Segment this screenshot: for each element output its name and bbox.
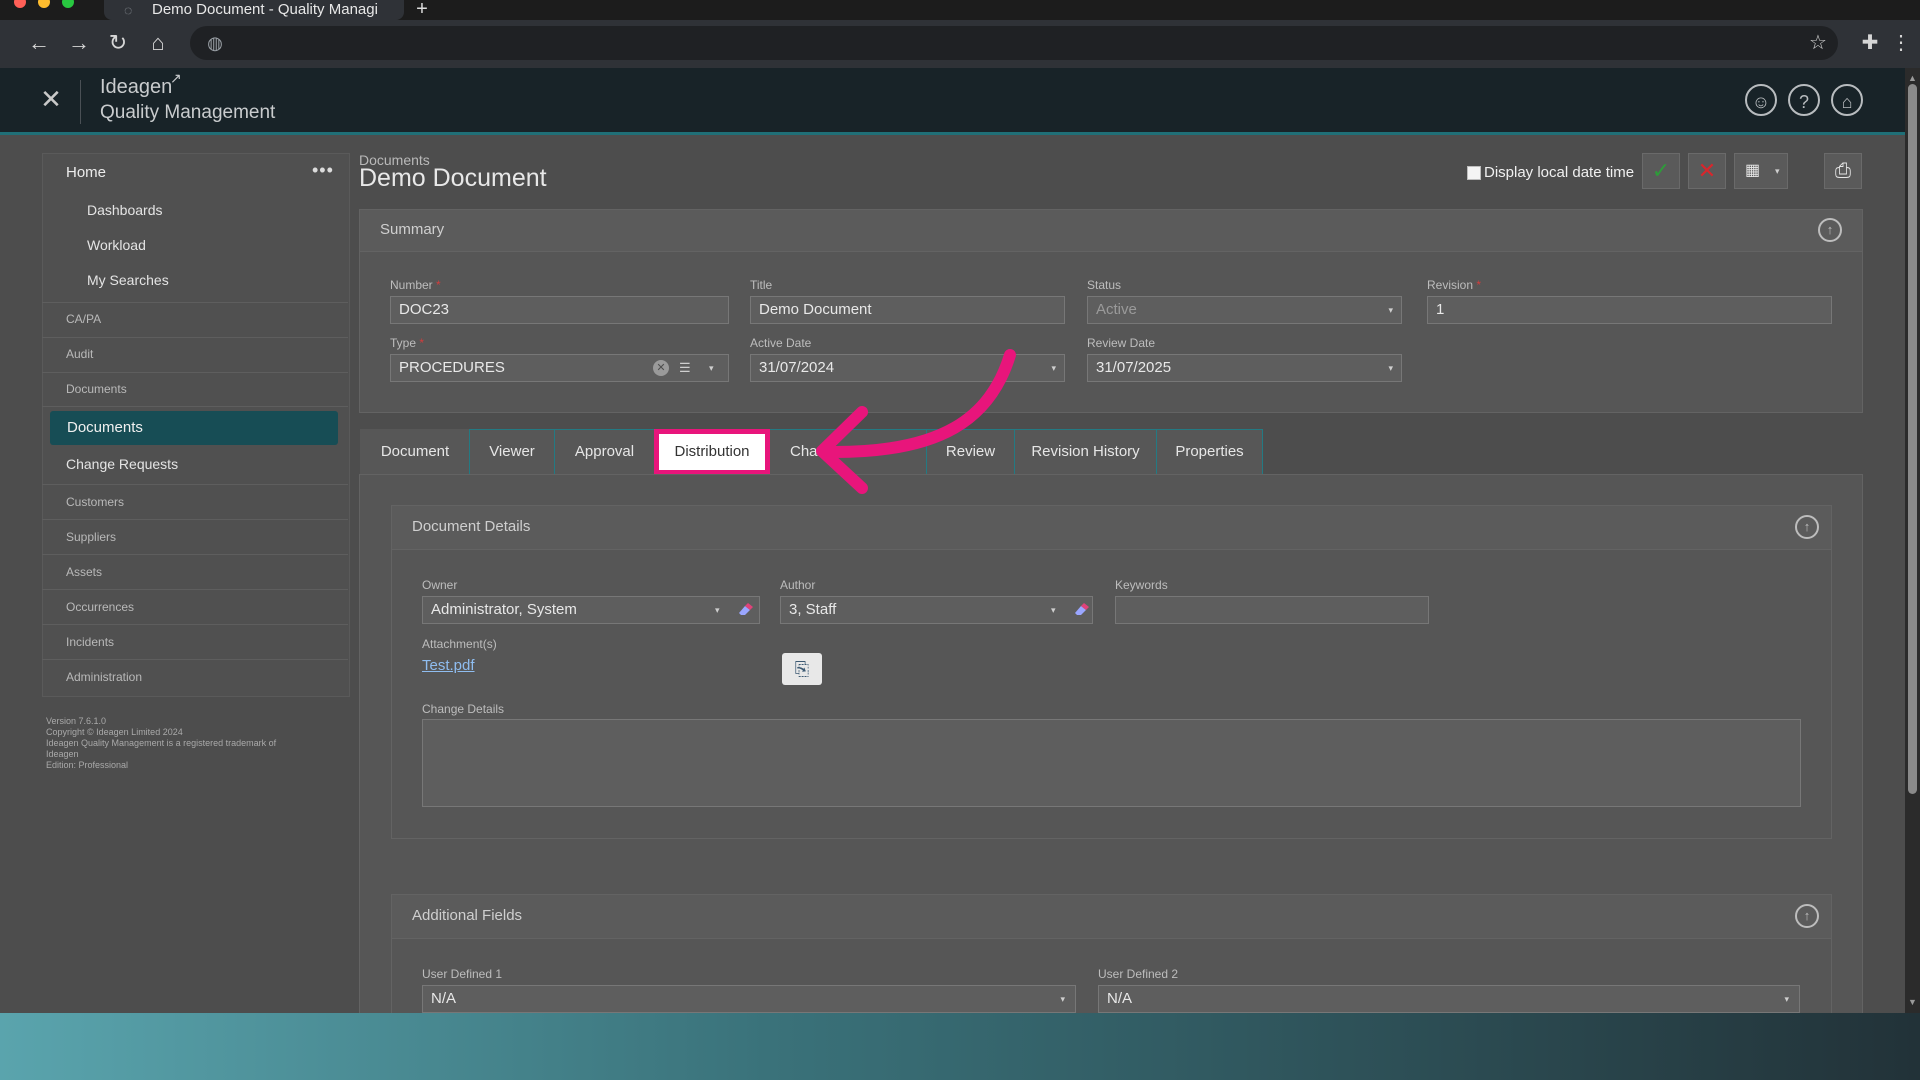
scroll-down-icon[interactable]: ▼	[1905, 994, 1920, 1010]
annotation-arrow	[816, 349, 1016, 494]
scroll-thumb[interactable]	[1908, 84, 1917, 794]
desktop-background	[0, 1013, 1920, 1080]
